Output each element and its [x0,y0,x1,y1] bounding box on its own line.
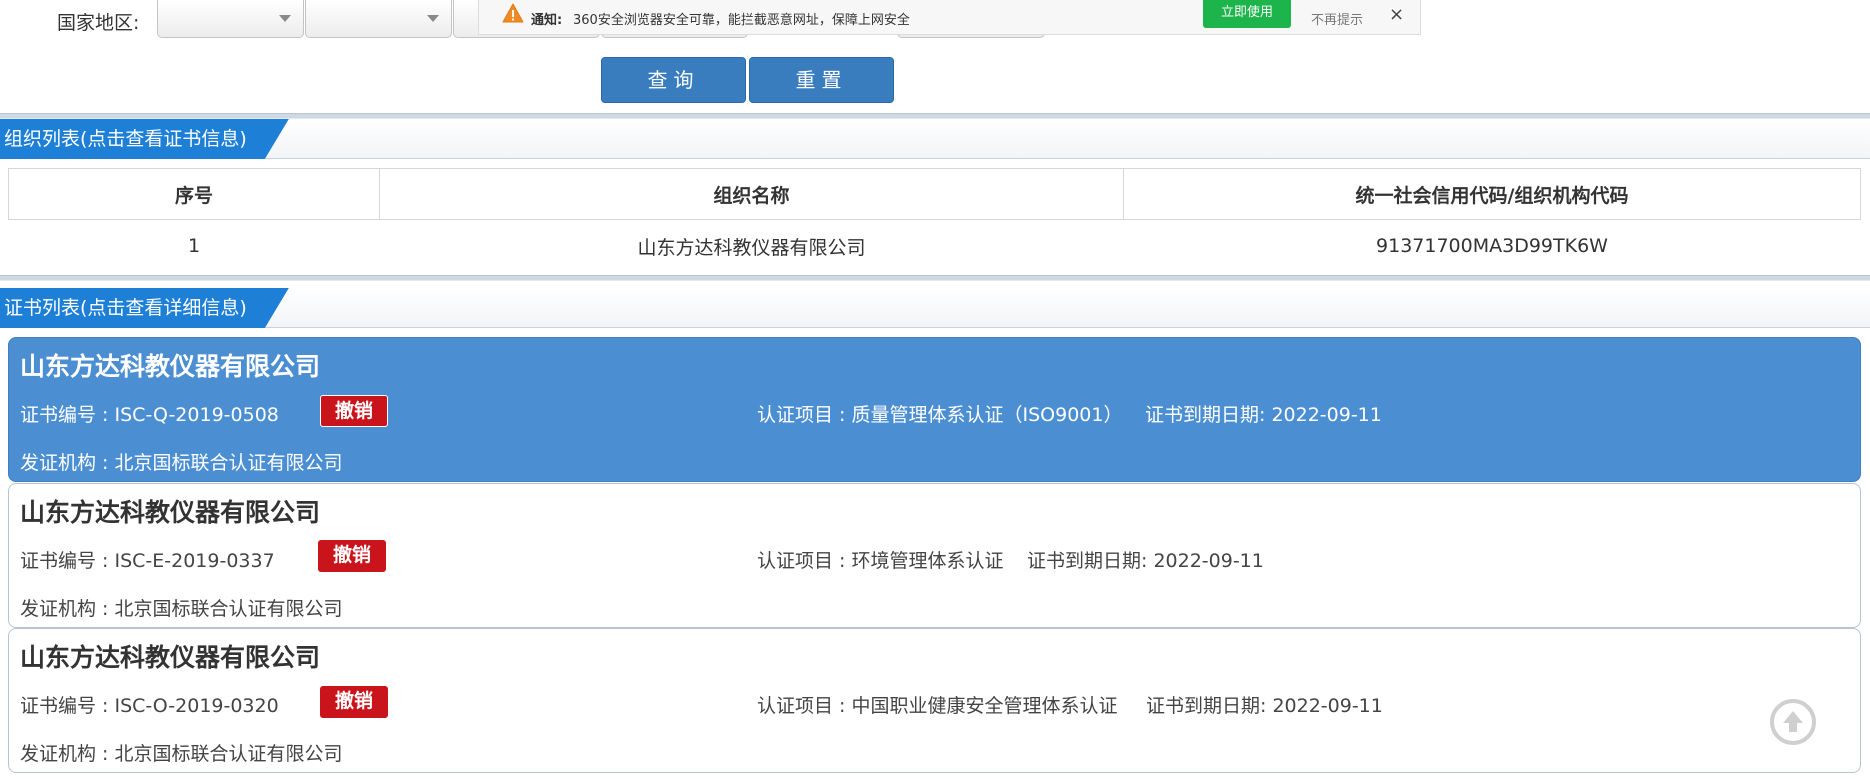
card-cert-number: 证书编号 : ISC-Q-2019-0508 [20,404,279,426]
notification-label: 通知: [531,13,563,28]
table-cell: 1 [187,235,201,257]
card-cert-number: 证书编号 : ISC-O-2019-0320 [20,695,279,717]
region-select-1[interactable] [157,0,304,38]
status-badge: 撤销 [320,395,388,427]
org-section-title: 组织列表(点击查看证书信息) [0,119,289,159]
card-org-name: 山东方达科教仪器有限公司 [20,498,321,527]
card-expiry: 证书到期日期: 2022-09-11 [1027,550,1264,572]
query-button[interactable]: 查询 [601,57,746,103]
card-project: 认证项目 : 环境管理体系认证 [757,550,1004,572]
status-badge: 撤销 [318,540,386,572]
back-to-top-button[interactable] [1770,699,1816,745]
table-header-row: 序号 组织名称 统一社会信用代码/组织机构代码 [8,168,1861,220]
card-expiry: 证书到期日期: 2022-09-11 [1146,695,1383,717]
status-badge: 撤销 [320,686,388,718]
column-header: 统一社会信用代码/组织机构代码 [1123,168,1861,220]
chevron-down-icon [279,15,291,22]
card-issuer: 发证机构 : 北京国标联合认证有限公司 [20,452,343,474]
warning-icon [502,3,524,27]
column-header: 序号 [8,168,380,220]
cert-section-header: 证书列表(点击查看详细信息) [0,288,1870,328]
table-cell: 91371700MA3D99TK6W [1376,235,1608,257]
notification-text: 360安全浏览器安全可靠，能拦截恶意网址，保障上网安全 [573,13,910,28]
table-row[interactable]: 1 山东方达科教仪器有限公司 91371700MA3D99TK6W [9,220,1861,273]
card-issuer: 发证机构 : 北京国标联合认证有限公司 [20,743,343,765]
reset-button[interactable]: 重置 [749,57,894,103]
card-org-name: 山东方达科教仪器有限公司 [20,352,321,381]
browser-notification: 通知: 360安全浏览器安全可靠，能拦截恶意网址，保障上网安全 立即使用 不再提… [478,0,1421,35]
cert-section-title: 证书列表(点击查看详细信息) [0,288,289,328]
dont-show-again-link[interactable]: 不再提示 [1311,9,1363,28]
table-cell: 山东方达科教仪器有限公司 [637,236,866,259]
card-org-name: 山东方达科教仪器有限公司 [20,643,321,672]
chevron-down-icon [427,15,439,22]
back-to-top-icon [1774,703,1812,745]
org-table: 序号 组织名称 统一社会信用代码/组织机构代码 1 山东方达科教仪器有限公司 9… [8,168,1861,272]
certificate-card[interactable]: 山东方达科教仪器有限公司 证书编号 : ISC-O-2019-0320 撤销 认… [8,628,1861,773]
region-select-2[interactable] [305,0,452,38]
column-header: 组织名称 [379,168,1124,220]
section-divider [0,275,1870,281]
certificate-card[interactable]: 山东方达科教仪器有限公司 证书编号 : ISC-Q-2019-0508 撤销 认… [8,337,1861,482]
card-cert-number: 证书编号 : ISC-E-2019-0337 [20,550,275,572]
certificate-card[interactable]: 山东方达科教仪器有限公司 证书编号 : ISC-E-2019-0337 撤销 认… [8,483,1861,628]
region-label: 国家地区: [57,12,140,34]
card-expiry: 证书到期日期: 2022-09-11 [1145,404,1382,426]
org-section-header: 组织列表(点击查看证书信息) [0,119,1870,159]
card-project: 认证项目 : 中国职业健康安全管理体系认证 [757,695,1118,717]
use-now-button[interactable]: 立即使用 [1203,0,1291,28]
card-issuer: 发证机构 : 北京国标联合认证有限公司 [20,598,343,620]
card-project: 认证项目 : 质量管理体系认证（ISO9001） [757,404,1123,426]
close-icon[interactable]: × [1389,4,1404,25]
